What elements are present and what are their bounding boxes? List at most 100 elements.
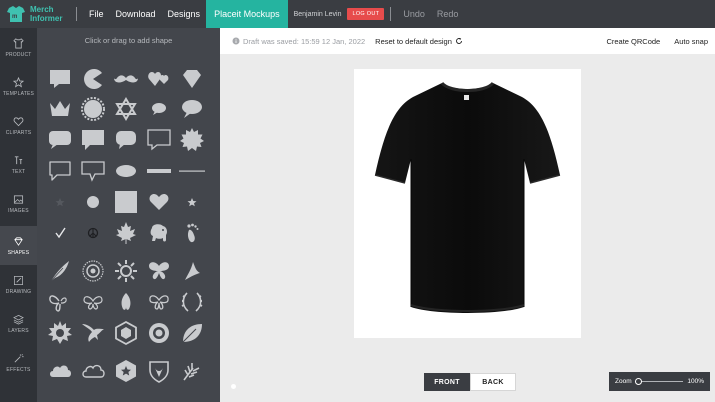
shape-eagle[interactable] [78, 318, 108, 348]
small-bubble-icon [152, 103, 166, 115]
shape-rounded-bubble[interactable] [45, 125, 75, 155]
rail-cliparts[interactable]: CLIPARTS [0, 106, 37, 145]
shape-outline-speech[interactable] [45, 156, 75, 186]
shape-bird[interactable] [177, 256, 207, 286]
circle-icon [87, 196, 99, 208]
rail-images[interactable]: IMAGES [0, 184, 37, 223]
shape-small-star[interactable] [45, 187, 75, 217]
svg-text:m: m [12, 14, 17, 20]
redo-button[interactable]: Redo [431, 0, 465, 28]
shape-badge[interactable] [144, 318, 174, 348]
shape-mandala[interactable] [78, 256, 108, 286]
undo-button[interactable]: Undo [397, 0, 431, 28]
shape-hearts[interactable] [144, 64, 174, 94]
shape-shield-star[interactable] [111, 356, 141, 386]
shape-outline-speech-2[interactable] [78, 156, 108, 186]
shape-diamond-gem[interactable] [177, 64, 207, 94]
shape-speech-square[interactable] [45, 64, 75, 94]
shape-heart[interactable] [144, 187, 174, 217]
shape-mustache[interactable] [111, 64, 141, 94]
footprint-icon [187, 223, 199, 243]
shape-moth[interactable] [111, 287, 141, 317]
ribbon-bar-icon [147, 169, 171, 173]
info-icon [232, 37, 240, 45]
shape-hex-emblem[interactable] [111, 318, 141, 348]
shape-burst-badge[interactable] [177, 125, 207, 155]
front-button[interactable]: FRONT [424, 373, 470, 391]
logo-line-1: Merch [30, 5, 54, 14]
laurel-icon [181, 292, 203, 312]
shape-feather[interactable] [45, 256, 75, 286]
shape-butterfly-2[interactable] [78, 287, 108, 317]
shape-maple-leaf[interactable] [111, 218, 141, 248]
shape-line[interactable] [177, 156, 207, 186]
shape-gear-sun[interactable] [45, 318, 75, 348]
shape-tiny-star[interactable] [177, 187, 207, 217]
shape-crest[interactable] [144, 356, 174, 386]
shape-butterfly[interactable] [144, 256, 174, 286]
logo-line-2: Informer [30, 14, 63, 23]
rail-layers[interactable]: LAYERS [0, 304, 37, 343]
oval-bubble-icon [182, 100, 202, 118]
shape-laurel[interactable] [177, 287, 207, 317]
shape-cloud[interactable] [45, 356, 75, 386]
auto-snap-toggle[interactable]: Auto snap [667, 37, 715, 46]
shape-outline-bubble[interactable] [144, 125, 174, 155]
shape-checkmark[interactable] [45, 218, 75, 248]
shape-pacman[interactable] [78, 64, 108, 94]
side-toggle: FRONT BACK [424, 373, 516, 391]
text-icon [14, 155, 23, 164]
rail-templates[interactable]: TEMPLATES [0, 67, 37, 106]
tshirt-mockup[interactable] [354, 69, 581, 338]
shape-star-of-david[interactable] [111, 94, 141, 124]
shape-square-bubble[interactable] [78, 125, 108, 155]
shape-circle[interactable] [78, 187, 108, 217]
rail-text[interactable]: TEXT [0, 145, 37, 184]
maple-leaf-icon [116, 222, 136, 244]
menu-designs[interactable]: Designs [162, 0, 207, 28]
shape-wheat[interactable] [177, 356, 207, 386]
shape-square[interactable] [111, 187, 141, 217]
shape-ribbon-bar[interactable] [144, 156, 174, 186]
shape-cloud-outline[interactable] [78, 356, 108, 386]
zoom-slider-handle[interactable] [634, 378, 642, 385]
shape-butterfly-outline[interactable] [45, 287, 75, 317]
shape-oval-bubble[interactable] [177, 94, 207, 124]
rail-label: TEXT [11, 168, 26, 175]
ellipse-icon [116, 165, 136, 177]
menu-download[interactable]: Download [110, 0, 162, 28]
pencil-icon [14, 275, 23, 285]
reset-default-button[interactable]: Reset to default design [375, 37, 463, 46]
shape-elephant[interactable] [144, 218, 174, 248]
reset-label: Reset to default design [375, 36, 452, 46]
menu-file[interactable]: File [83, 0, 110, 28]
username: Benjamin Levin [293, 10, 342, 18]
menu-placeit-mockups[interactable]: Placeit Mockups [206, 0, 288, 28]
shape-seal-badge[interactable] [78, 94, 108, 124]
logout-button[interactable]: LOG OUT [347, 8, 385, 20]
logo-icon: m [7, 6, 25, 22]
shape-leaf[interactable] [177, 318, 207, 348]
shirt-icon [13, 37, 24, 48]
rail-effects[interactable]: EFFECTS [0, 343, 37, 382]
shape-rounded-bubble-2[interactable] [111, 125, 141, 155]
rail-drawing[interactable]: DRAWING [0, 265, 37, 304]
shape-peace[interactable] [78, 218, 108, 248]
shape-ellipse[interactable] [111, 156, 141, 186]
page-indicator-dot[interactable] [231, 384, 236, 389]
shape-crown[interactable] [45, 94, 75, 124]
shapes-panel: Click or drag to add shape [37, 28, 220, 402]
zoom-slider[interactable] [634, 378, 684, 385]
create-qrcode-button[interactable]: Create QRCode [599, 37, 667, 46]
shape-small-bubble[interactable] [144, 94, 174, 124]
tiny-star-icon [187, 198, 197, 207]
rail-product[interactable]: PRODUCT [0, 28, 37, 67]
square-bubble-icon [82, 130, 104, 150]
shape-sun[interactable] [111, 256, 141, 286]
rail-label: EFFECTS [6, 366, 31, 373]
shape-footprint[interactable] [177, 218, 207, 248]
shape-butterfly-3[interactable] [144, 287, 174, 317]
logo[interactable]: m Merch Informer [0, 0, 70, 28]
rail-shapes[interactable]: SHAPES [0, 226, 37, 265]
back-button[interactable]: BACK [470, 373, 516, 391]
